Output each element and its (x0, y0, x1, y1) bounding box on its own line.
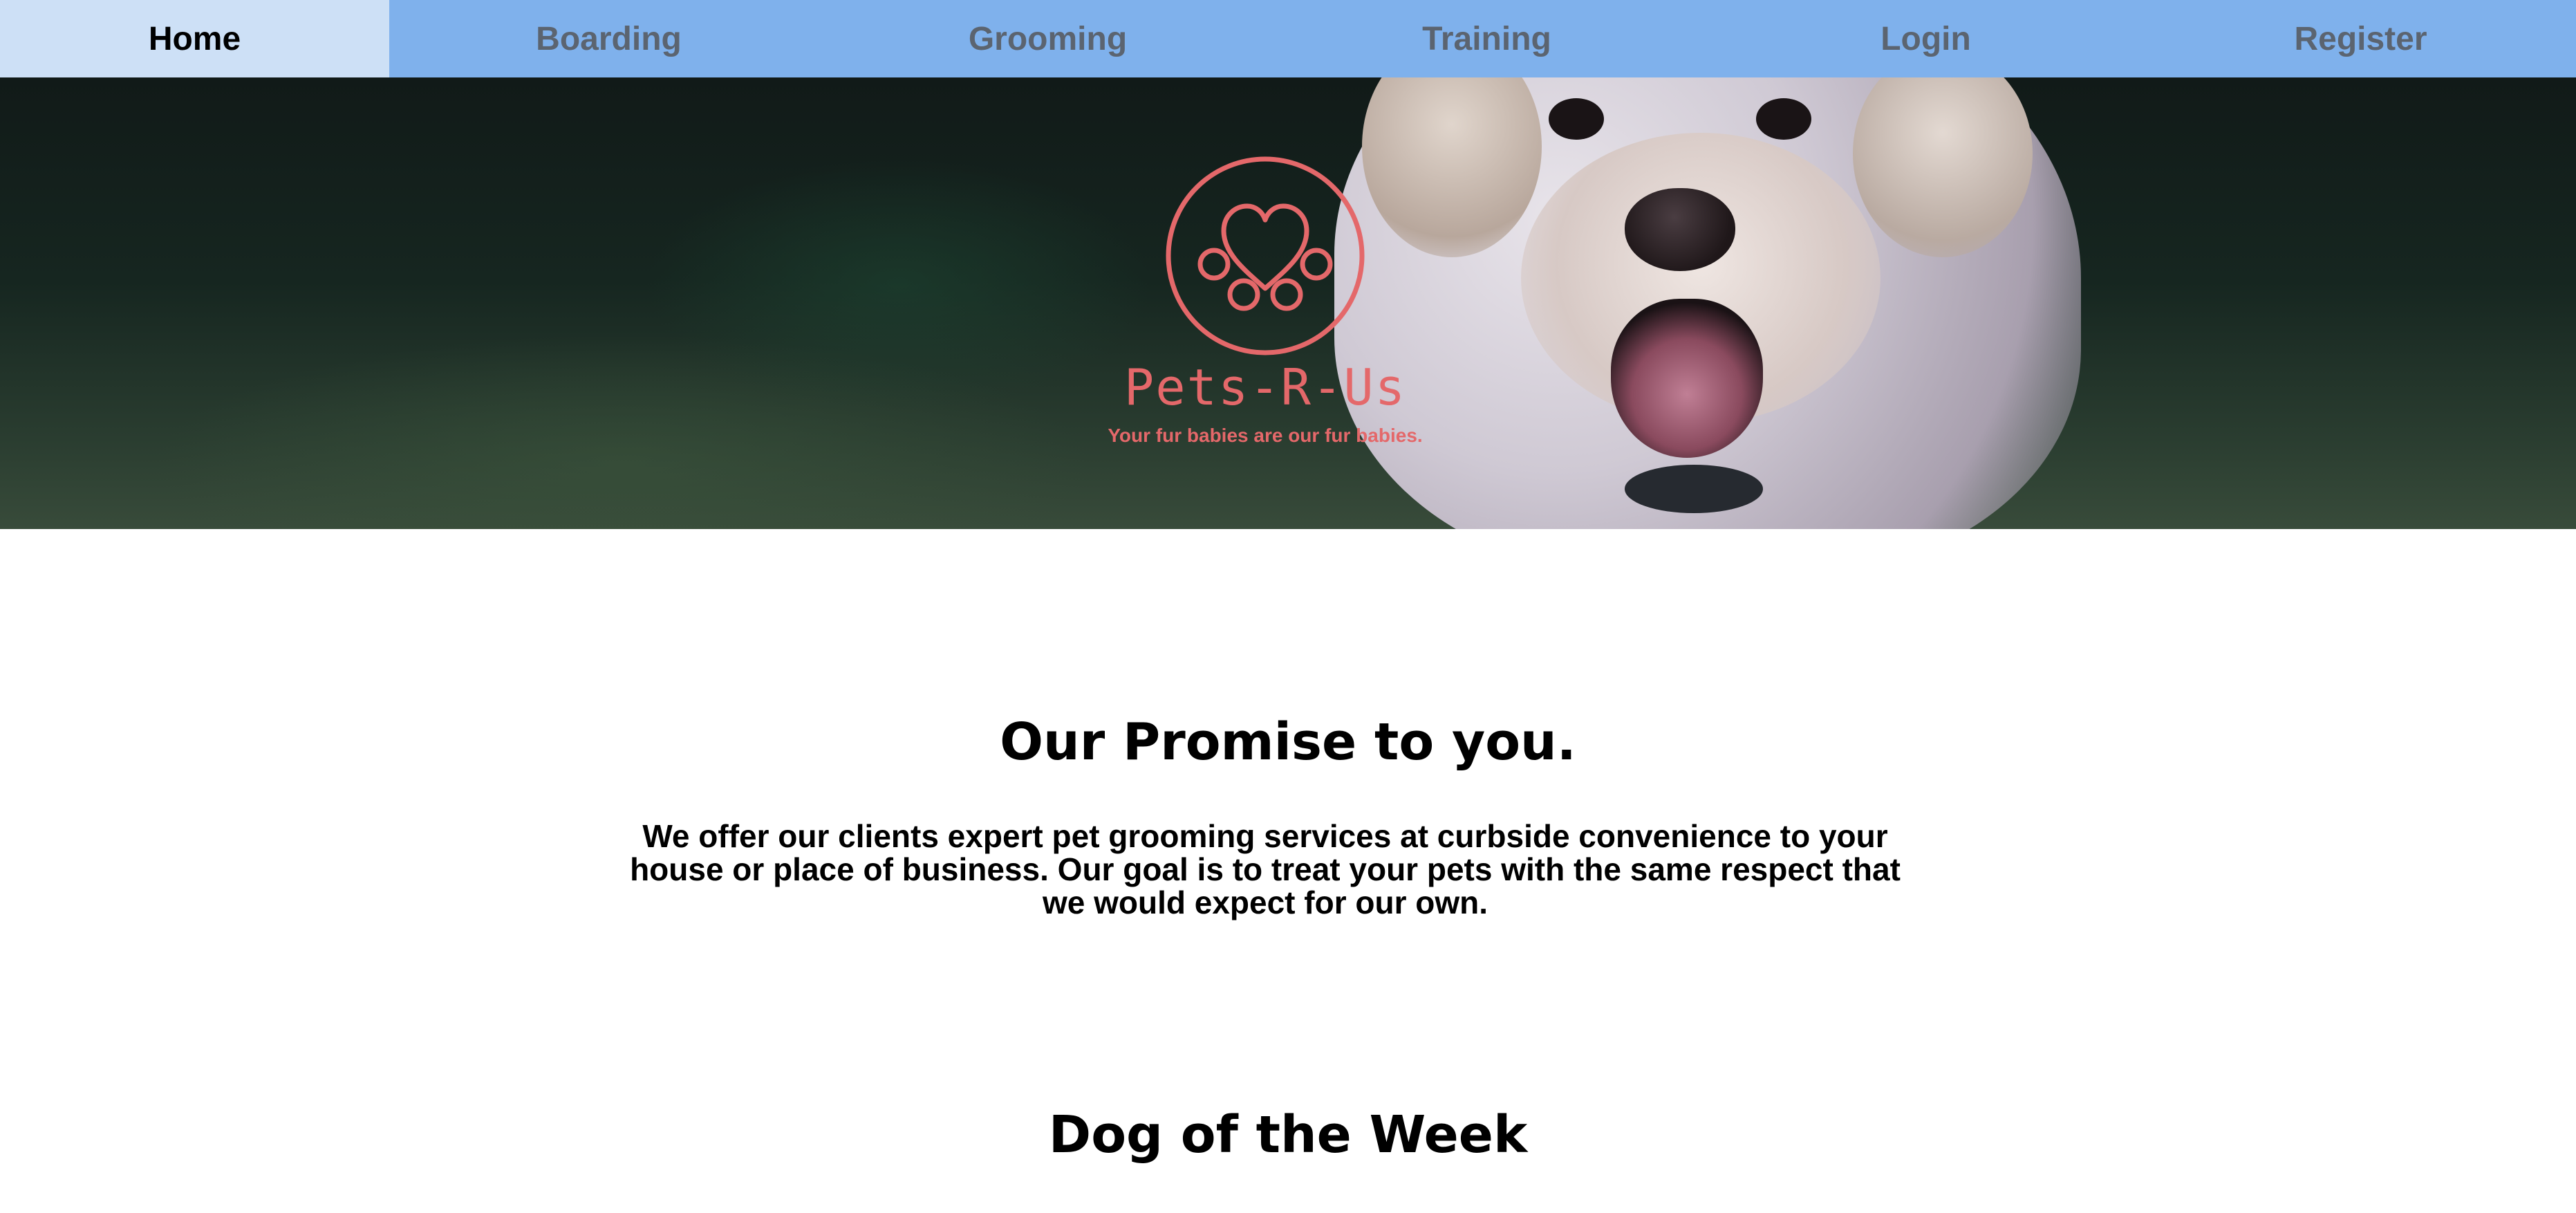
brand-logo[interactable]: Pets-R-Us Your fur babies are our fur ba… (1092, 154, 1438, 447)
nav-register-label: Register (2294, 20, 2427, 57)
nav-home-label: Home (148, 20, 241, 57)
promise-heading: Our Promise to you. (1000, 712, 1576, 772)
dog-of-week-heading: Dog of the Week (1048, 1105, 1528, 1165)
brand-name: Pets-R-Us (1123, 358, 1407, 416)
nav-boarding-label: Boarding (536, 20, 682, 57)
nav-grooming-label: Grooming (968, 20, 1128, 57)
nav-boarding[interactable]: Boarding (389, 0, 828, 77)
main-nav: Home Boarding Grooming Training Login Re… (0, 0, 2576, 77)
paw-heart-icon (1166, 156, 1365, 355)
nav-training[interactable]: Training (1267, 0, 1706, 77)
brand-tagline: Your fur babies are our fur babies. (1108, 425, 1423, 446)
hero-banner: Pets-R-Us Your fur babies are our fur ba… (0, 77, 2576, 529)
nav-training-label: Training (1422, 20, 1551, 57)
nav-home[interactable]: Home (0, 0, 389, 77)
nav-login[interactable]: Login (1706, 0, 2145, 77)
nav-grooming[interactable]: Grooming (828, 0, 1267, 77)
nav-login-label: Login (1880, 20, 1971, 57)
nav-register[interactable]: Register (2145, 0, 2576, 77)
promise-text: We offer our clients expert pet grooming… (630, 818, 1901, 920)
